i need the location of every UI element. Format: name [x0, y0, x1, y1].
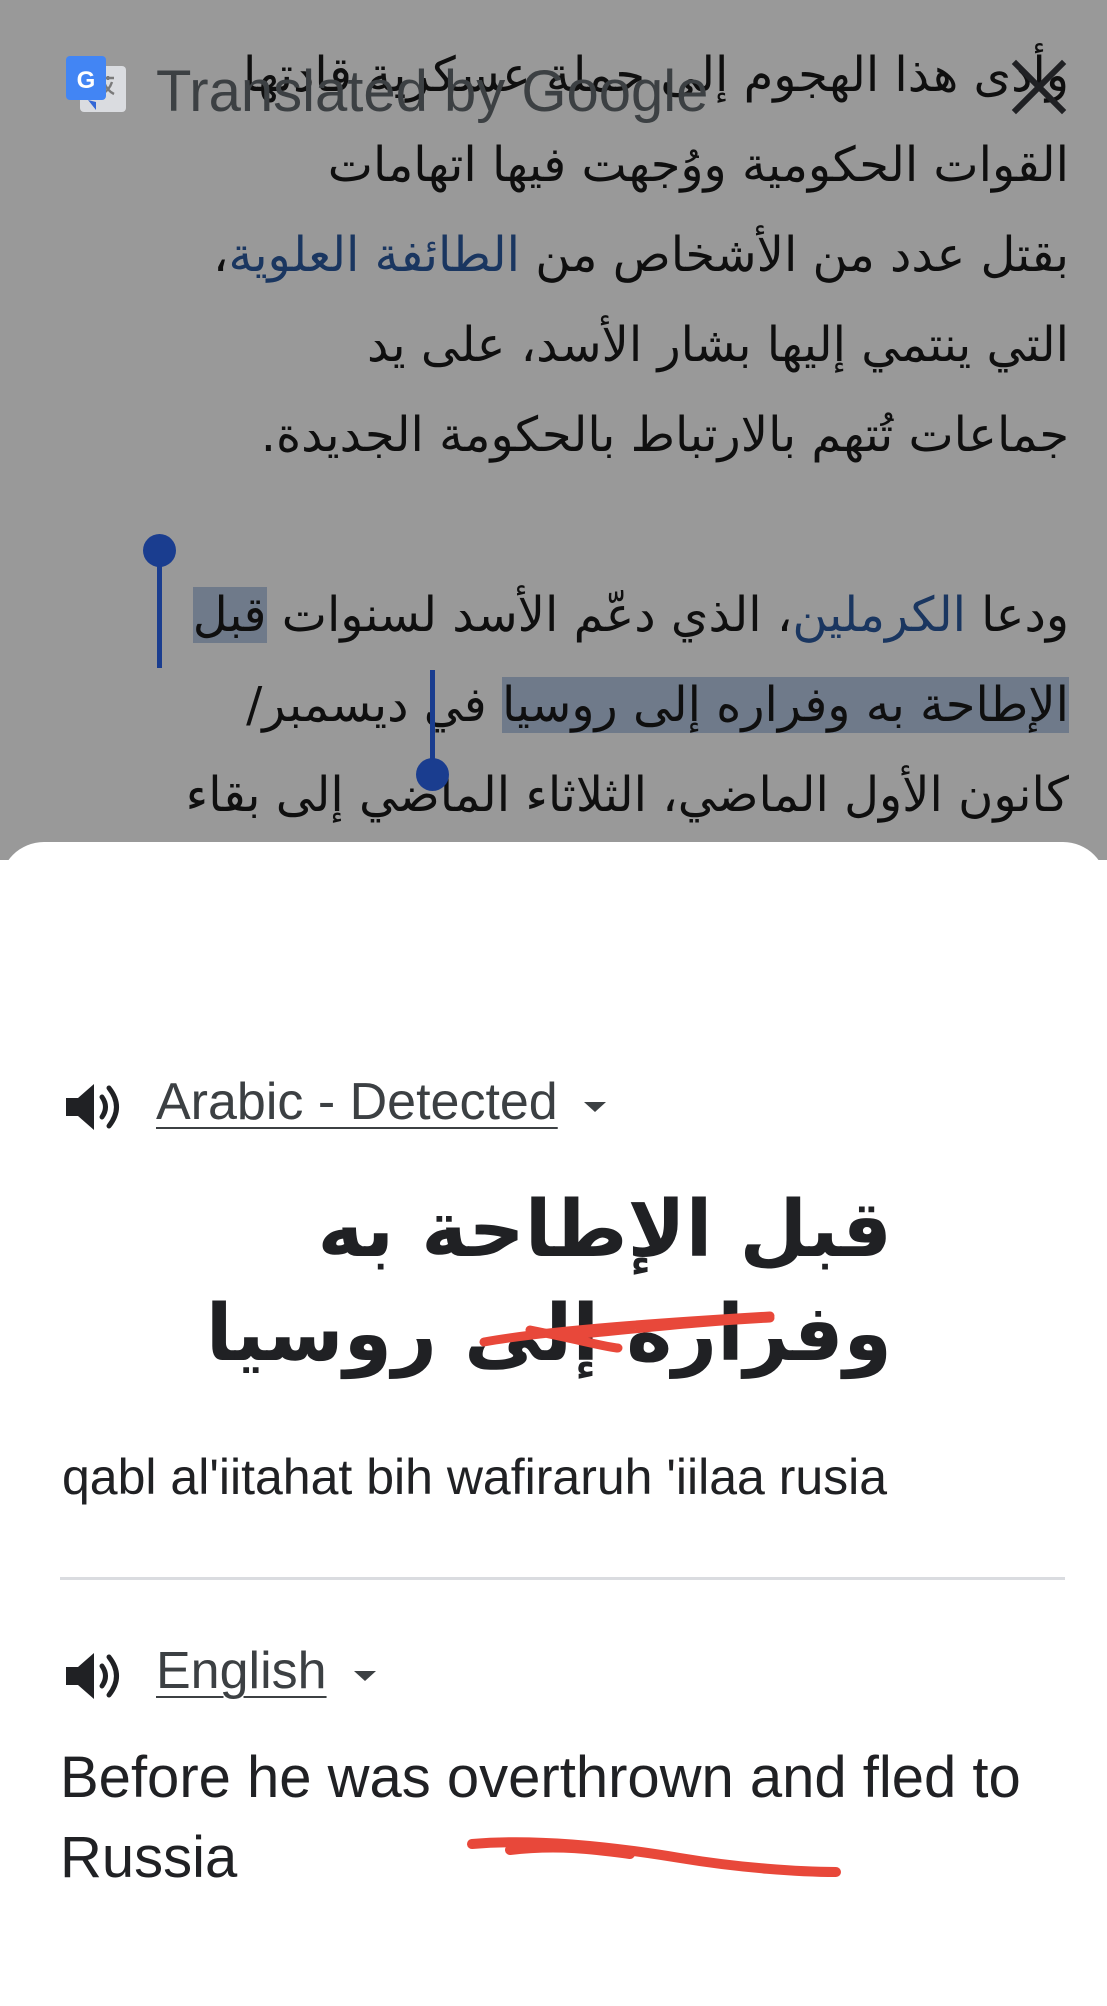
svg-text:G: G [77, 67, 96, 94]
divider [60, 1577, 1065, 1580]
source-language-dropdown[interactable]: Arabic - Detected [156, 1072, 558, 1132]
google-translate-icon: G [66, 56, 126, 112]
speaker-icon[interactable] [62, 1078, 124, 1136]
transliteration: qabl al'iitahat bih wafiraruh 'iilaa rus… [62, 1449, 888, 1505]
chevron-down-icon[interactable] [584, 1102, 606, 1112]
selection-end-handle[interactable] [416, 670, 449, 791]
red-underline-annotation [479, 1311, 775, 1353]
close-icon[interactable] [1008, 56, 1070, 118]
source-language-row: Arabic - Detected [62, 1072, 662, 1142]
selection-end-knob[interactable] [416, 758, 449, 791]
sheet-title: Translated by Google [156, 59, 709, 124]
chevron-down-icon[interactable] [354, 1671, 376, 1681]
selection-start-handle[interactable] [143, 534, 176, 668]
target-language-dropdown[interactable]: English [156, 1641, 327, 1701]
target-language-row: English [62, 1641, 462, 1711]
red-underline-annotation [467, 1837, 841, 1877]
speaker-icon[interactable] [62, 1647, 124, 1705]
dim-overlay[interactable] [0, 0, 1107, 860]
article-background: وأدى هذا الهجوم إلى حملة عسكرية قادتها ا… [0, 0, 1107, 860]
selection-start-knob[interactable] [143, 534, 176, 567]
